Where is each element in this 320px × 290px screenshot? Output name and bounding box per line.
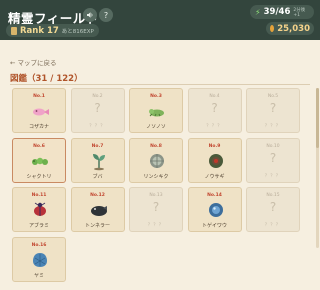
unknown-icon: ? [152,200,160,214]
card-name: アブラミ [28,223,49,229]
card-number: No.7 [91,143,104,149]
gray-orb-icon [147,151,167,171]
card-name: ？？？ [264,124,282,129]
lightning-icon: ⚡ [255,7,261,17]
card-number: No.8 [150,143,162,149]
collection-card[interactable]: No.11 アブラミ [12,187,66,232]
card-number: No.4 [209,94,220,99]
rank-label: Rank 17 [20,25,59,36]
collection-card[interactable]: No.2? ？？？ [70,88,125,133]
back-to-map-link[interactable]: ← マップに戻る [10,57,57,67]
card-name: シャクトリ [26,173,52,180]
unknown-icon: ? [269,150,277,165]
card-name: ブバ [92,173,103,180]
collection-card[interactable]: No.14 トゲイワウ [187,187,242,232]
unknown-icon: ? [211,101,218,115]
collection-card[interactable]: No.7 ブバ [70,137,125,183]
collection-card[interactable]: No.5? ？？？ [246,88,300,133]
scrollbar-thumb[interactable] [316,88,319,148]
card-number: No.13 [149,193,163,198]
green-lizard-icon [147,101,167,121]
card-name: ？？？ [89,124,106,129]
rank-exp-remaining: あと816EXP [61,28,94,35]
red-beetle-icon [30,200,50,220]
collection-card[interactable]: No.10? ？？？ [246,137,300,183]
card-number: No.2 [92,94,103,99]
teal-plant-icon [89,151,109,171]
speaker-icon[interactable] [83,8,97,22]
unknown-icon: ? [94,101,101,115]
rank-icon [11,26,17,35]
card-name: ノソノソ [146,124,166,130]
pink-fish-icon [30,101,50,121]
divider [10,84,310,85]
card-number: No.10 [266,143,280,149]
collection-card[interactable]: No.16 ヤミ [12,236,66,282]
card-name: トゲイワウ [202,223,227,229]
card-number: No.5 [267,94,279,99]
card-number: No.14 [207,193,222,198]
card-name: トンネラー [85,223,110,229]
card-number: No.11 [31,193,47,198]
card-number: No.1 [33,94,45,99]
card-name: ヤミ [33,272,44,279]
collection-card[interactable]: No.9 ノウサギ [187,137,242,183]
header-bar: 精霊フィールド ? Rank 17 あと816EXP ⚡ 39/46 2分後+1… [0,0,320,40]
collection-card[interactable]: No.12 トンネラー [70,187,125,232]
card-number: No.16 [31,242,47,248]
card-name: コザカナ [28,124,49,130]
blue-shell-icon [30,250,50,270]
card-number: No.3 [150,94,162,99]
unknown-icon: ? [269,101,277,115]
card-number: No.12 [90,193,105,198]
stamina-pill: ⚡ 39/46 2分後+1 [250,5,314,19]
collection-card[interactable]: No.8 リンシキク [129,137,183,183]
help-button[interactable]: ? [99,8,113,22]
card-name: ？？？ [147,223,165,228]
card-name: リンシキク [143,173,169,180]
unknown-icon: ? [269,200,277,214]
card-name: ？？？ [206,124,223,129]
rank-badge: Rank 17 あと816EXP [6,24,99,37]
card-name: ？？？ [264,223,282,228]
dark-mole-icon [89,200,109,220]
card-name: ？？？ [264,173,282,179]
coin-pill: 25,030 [266,22,314,35]
coin-icon [270,25,275,32]
card-number: No.15 [266,193,280,198]
collection-card[interactable]: No.13? ？？？ [129,187,183,232]
collection-card[interactable]: No.3 ノソノソ [129,88,183,133]
blue-orb-icon [206,200,226,220]
collection-card[interactable]: No.4? ？？？ [187,88,242,133]
collection-card[interactable]: No.1 コザカナ [12,88,66,133]
card-number: No.6 [33,143,45,149]
card-number: No.9 [208,143,221,149]
collection-card[interactable]: No.6 シャクトリ [12,137,66,183]
card-name: ノウサギ [204,173,225,180]
stamina-value: 39/46 [263,7,291,17]
collection-heading: 図鑑（31 / 122） [10,74,83,84]
stamina-recover-timer: 2分後+1 [293,7,306,18]
nest-icon [206,151,226,171]
green-caterpillar-icon [30,151,50,171]
coin-value: 25,030 [277,23,310,34]
collection-card[interactable]: No.15? ？？？ [246,187,300,232]
